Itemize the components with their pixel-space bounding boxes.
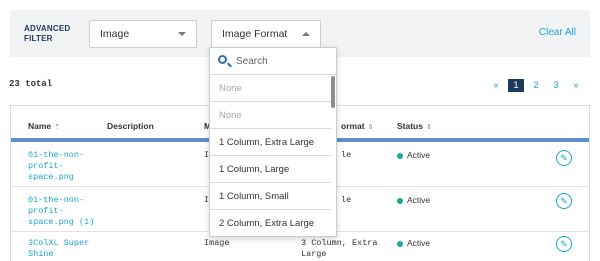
column-header-status[interactable]: Status ⇕: [397, 121, 432, 131]
status-label: Active: [407, 195, 431, 205]
search-icon: [218, 55, 227, 64]
pencil-icon: ✎: [560, 239, 568, 249]
image-format-select[interactable]: Image Format: [211, 20, 321, 48]
image-format-dropdown: None None 1 Column, Extra Large 1 Column…: [209, 47, 337, 237]
edit-button[interactable]: ✎: [556, 236, 572, 252]
pagination-page-1[interactable]: 1: [508, 78, 524, 92]
asset-format-cell: le: [341, 195, 352, 205]
status-badge: Active: [397, 195, 430, 206]
pagination-next[interactable]: »: [566, 80, 586, 90]
pagination-page-2[interactable]: 2: [526, 80, 546, 91]
column-header-status-label: Status: [397, 121, 423, 131]
status-badge: Active: [397, 150, 430, 161]
clear-all-link[interactable]: Clear All: [539, 27, 576, 38]
asset-format-cell: 3 Column, Extra Large: [301, 238, 378, 259]
column-header-name-label: Name: [28, 121, 52, 131]
dropdown-option[interactable]: 1 Column, Large: [210, 156, 332, 183]
advanced-filter-label: ADVANCED FILTER: [24, 24, 70, 44]
chevron-up-icon: [302, 32, 310, 36]
dropdown-option[interactable]: 1 Column, Extra Large: [210, 129, 332, 156]
asset-format-cell: le: [341, 150, 352, 160]
column-header-format-label: ormat: [341, 121, 365, 131]
sort-icon: ⇕: [367, 124, 374, 131]
table-row: 3ColXL Super Shine Image 3 Column, Extra…: [11, 233, 589, 261]
dropdown-option: None: [210, 102, 332, 129]
status-dot: [397, 197, 403, 204]
dropdown-option: None: [210, 75, 332, 102]
status-dot: [397, 240, 403, 247]
edit-button[interactable]: ✎: [556, 193, 572, 209]
filter-label-line2: FILTER: [24, 34, 53, 43]
status-label: Active: [407, 238, 431, 248]
image-format-value: Image Format: [222, 28, 288, 40]
status-badge: Active: [397, 238, 430, 249]
asset-type-value: Image: [100, 28, 130, 40]
asset-type-select[interactable]: Image: [89, 20, 197, 48]
asset-name-link[interactable]: 01-the-non- profit- space.png (1): [28, 195, 103, 228]
column-header-description-label: Description: [107, 121, 154, 131]
pencil-icon: ✎: [560, 196, 568, 206]
sort-icon: ⇡: [54, 124, 61, 131]
pencil-icon: ✎: [560, 153, 568, 163]
total-count: 23 total: [9, 79, 53, 89]
dropdown-option[interactable]: 1 Column, Small: [210, 183, 332, 210]
pagination-prev[interactable]: «: [486, 80, 506, 90]
asset-name-link[interactable]: 01-the-non- profit- space.png: [28, 150, 103, 183]
dropdown-search: [210, 48, 336, 75]
chevron-down-icon: [178, 32, 186, 36]
dropdown-option[interactable]: 2 Column, Extra Large: [210, 210, 332, 236]
dropdown-scrollbar[interactable]: [331, 76, 335, 108]
column-header-format[interactable]: ormat ⇕: [341, 121, 374, 131]
edit-button[interactable]: ✎: [556, 150, 572, 166]
pagination-page-3[interactable]: 3: [546, 80, 566, 91]
status-label: Active: [407, 150, 431, 160]
asset-name-link[interactable]: 3ColXL Super Shine: [28, 238, 103, 260]
column-header-name[interactable]: Name ⇡: [28, 121, 60, 131]
pagination: « 1 2 3 »: [486, 78, 586, 92]
sort-icon: ⇕: [425, 124, 432, 131]
asset-type-cell: Image: [204, 238, 230, 248]
filter-label-line1: ADVANCED: [24, 24, 71, 33]
column-header-description: Description: [107, 121, 154, 131]
dropdown-search-input[interactable]: [236, 54, 328, 69]
status-dot: [397, 152, 403, 159]
